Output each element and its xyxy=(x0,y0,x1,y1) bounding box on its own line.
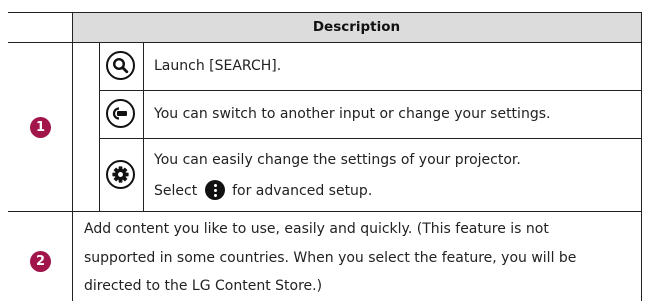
settings-gear-icon xyxy=(106,160,135,189)
search-icon xyxy=(106,51,135,80)
content-description-line1: Add content you like to use, easily and … xyxy=(84,221,549,237)
settings-description-line1: You can easily change the settings of yo… xyxy=(154,152,521,168)
table-border-right xyxy=(641,12,642,301)
table-row-divider xyxy=(8,211,642,212)
settings-advanced-text: for advanced setup. xyxy=(232,183,373,199)
content-description-line2: supported in some countries. When you se… xyxy=(84,250,577,266)
table-column-divider xyxy=(72,12,73,301)
settings-select-text: Select xyxy=(154,183,198,199)
table-row-divider xyxy=(99,138,642,139)
table-row-divider xyxy=(99,90,642,91)
input-icon xyxy=(106,99,135,128)
settings-description-line2: Select for advanced setup. xyxy=(154,180,372,201)
number-badge-2: 2 xyxy=(30,251,51,272)
table-column-divider xyxy=(99,42,100,211)
table-row-divider xyxy=(8,42,642,43)
content-description-line3: directed to the LG Content Store.) xyxy=(84,278,323,294)
table-border-top xyxy=(8,12,642,13)
input-description: You can switch to another input or chang… xyxy=(154,106,551,122)
description-table: Description 1 Launch [SEARCH]. You can s… xyxy=(0,0,652,301)
number-badge-1: 1 xyxy=(30,117,51,138)
table-header-description: Description xyxy=(312,19,401,35)
table-column-divider xyxy=(143,42,144,211)
more-options-icon xyxy=(204,180,225,200)
search-description: Launch [SEARCH]. xyxy=(154,58,282,74)
